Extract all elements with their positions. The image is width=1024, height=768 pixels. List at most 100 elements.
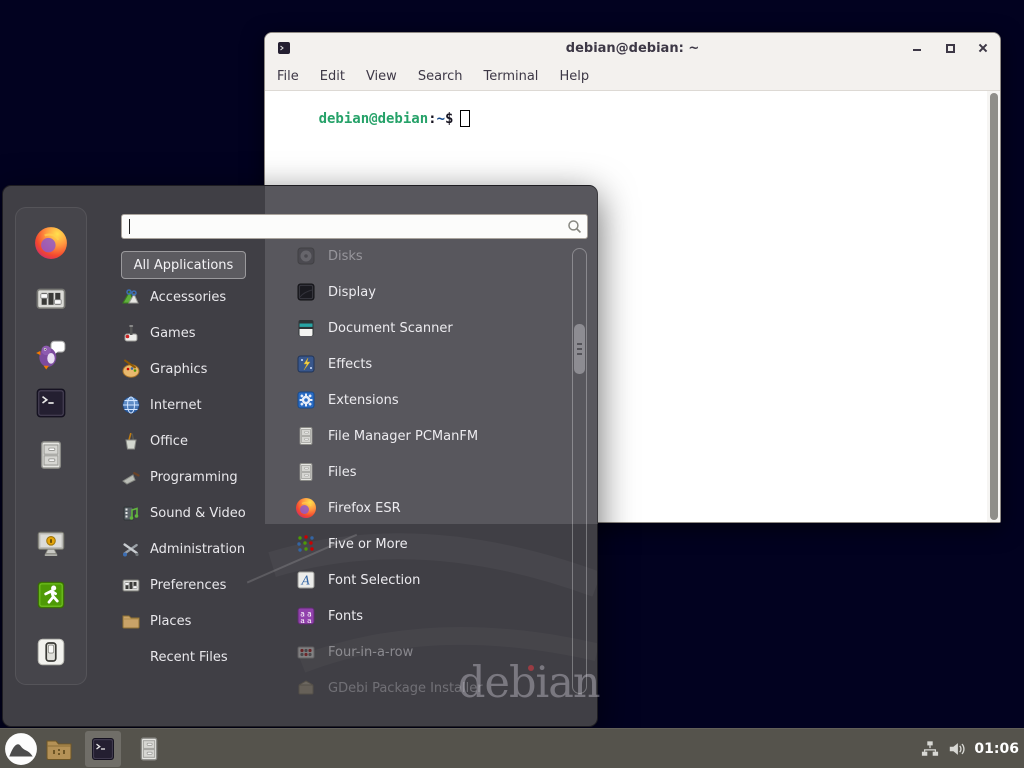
- favorite-pidgin[interactable]: [34, 336, 68, 370]
- control-center-icon: [34, 281, 68, 315]
- app-item-disks: Disks: [283, 238, 569, 274]
- app-item-document-scanner[interactable]: Document Scanner: [283, 310, 569, 346]
- prompt-path: ~: [437, 111, 445, 127]
- category-office[interactable]: Office: [121, 423, 276, 459]
- category-sound-video[interactable]: Sound & Video: [121, 495, 276, 531]
- category-list: Accessories Games Graphics Internet Offi…: [121, 279, 276, 675]
- application-menu: All Applications Accessories Games Graph…: [2, 185, 598, 727]
- display-icon: [295, 281, 317, 303]
- desktop: debian@debian: ~ File Edit View Search T…: [0, 0, 1024, 768]
- app-item-display[interactable]: Display: [283, 274, 569, 310]
- prompt-user-host: debian@debian: [319, 111, 429, 127]
- terminal-scrollbar-thumb[interactable]: [990, 93, 998, 520]
- favorite-log-out[interactable]: [34, 578, 68, 612]
- category-preferences[interactable]: Preferences: [121, 567, 276, 603]
- favorite-terminal[interactable]: [34, 386, 68, 420]
- apps-scrollbar[interactable]: [572, 248, 587, 694]
- taskbar: 01:06: [0, 728, 1024, 768]
- svg-text:A: A: [301, 574, 311, 588]
- category-internet[interactable]: Internet: [121, 387, 276, 423]
- network-icon[interactable]: [920, 740, 940, 758]
- menu-item-search[interactable]: Search: [418, 69, 463, 84]
- lock-screen-icon: [34, 527, 68, 561]
- firefox-icon: [34, 226, 68, 260]
- favorite-shutdown[interactable]: [34, 635, 68, 669]
- menu-item-file[interactable]: File: [277, 69, 299, 84]
- prompt-separator: :: [428, 111, 436, 127]
- application-list: Disks Display Document Scanner Effects E…: [283, 238, 569, 706]
- watermark-red-dot: [528, 665, 534, 671]
- close-icon[interactable]: [976, 41, 990, 55]
- folder-icon: [45, 735, 73, 763]
- all-applications-button[interactable]: All Applications: [121, 251, 246, 279]
- five-or-more-icon: [295, 533, 317, 555]
- effects-icon: [295, 353, 317, 375]
- terminal-icon: [34, 386, 68, 420]
- menu-item-edit[interactable]: Edit: [320, 69, 345, 84]
- terminal-window-icon: [277, 41, 291, 55]
- category-accessories[interactable]: Accessories: [121, 279, 276, 315]
- terminal-icon: [90, 736, 116, 762]
- volume-icon[interactable]: [947, 740, 967, 758]
- terminal-titlebar[interactable]: debian@debian: ~: [265, 33, 1000, 63]
- prompt-symbol: $: [445, 111, 453, 127]
- menu-item-view[interactable]: View: [366, 69, 397, 84]
- document-scanner-icon: [295, 317, 317, 339]
- accessories-icon: [121, 287, 141, 307]
- search-caret: [129, 219, 130, 234]
- menu-item-help[interactable]: Help: [559, 69, 589, 84]
- recent-files-spacer: [121, 647, 141, 667]
- terminal-scrollbar[interactable]: [987, 91, 1000, 522]
- search-input[interactable]: [121, 214, 588, 239]
- four-in-a-row-icon: [295, 641, 317, 663]
- disks-icon: [295, 245, 317, 267]
- maximize-icon[interactable]: [943, 41, 957, 55]
- menu-item-terminal[interactable]: Terminal: [483, 69, 538, 84]
- office-icon: [121, 431, 141, 451]
- category-programming[interactable]: Programming: [121, 459, 276, 495]
- apps-scrollbar-thumb[interactable]: [574, 324, 585, 374]
- pidgin-icon: [34, 336, 68, 370]
- app-item-firefox-esr[interactable]: Firefox ESR: [283, 490, 569, 526]
- fonts-icon: a aa a: [295, 605, 317, 627]
- start-menu-icon: [4, 732, 38, 766]
- log-out-icon: [34, 578, 68, 612]
- app-item-font-selection[interactable]: A Font Selection: [283, 562, 569, 598]
- window-title: debian@debian: ~: [566, 41, 699, 56]
- category-recent-files[interactable]: Recent Files: [121, 639, 276, 675]
- administration-icon: [121, 539, 141, 559]
- preferences-icon: [121, 575, 141, 595]
- graphics-icon: [121, 359, 141, 379]
- category-graphics[interactable]: Graphics: [121, 351, 276, 387]
- favorite-lock-screen[interactable]: [34, 527, 68, 561]
- category-administration[interactable]: Administration: [121, 531, 276, 567]
- file-manager-folder-launcher[interactable]: [45, 735, 73, 763]
- app-item-files[interactable]: Files: [283, 454, 569, 490]
- app-item-five-or-more[interactable]: Five or More: [283, 526, 569, 562]
- terminal-cursor: [460, 110, 470, 127]
- minimize-icon[interactable]: [910, 41, 924, 55]
- app-item-fonts[interactable]: a aa a Fonts: [283, 598, 569, 634]
- extensions-icon: [295, 389, 317, 411]
- favorite-firefox[interactable]: [34, 226, 68, 260]
- programming-icon: [121, 467, 141, 487]
- app-item-effects[interactable]: Effects: [283, 346, 569, 382]
- app-item-extensions[interactable]: Extensions: [283, 382, 569, 418]
- file-cabinet-icon: [135, 735, 163, 763]
- clock[interactable]: 01:06: [974, 741, 1019, 757]
- terminal-taskbar-button[interactable]: [85, 731, 121, 767]
- category-places[interactable]: Places: [121, 603, 276, 639]
- start-menu-button[interactable]: [4, 732, 38, 766]
- favorite-control-center[interactable]: [34, 281, 68, 315]
- firefox-icon: [295, 497, 317, 519]
- file-cabinet-launcher[interactable]: [135, 735, 163, 763]
- sound-video-icon: [121, 503, 141, 523]
- svg-text:a a: a a: [300, 616, 312, 625]
- favorite-file-manager[interactable]: [34, 438, 68, 472]
- window-controls: [910, 33, 990, 63]
- games-icon: [121, 323, 141, 343]
- app-item-file-manager-pcmanfm[interactable]: File Manager PCManFM: [283, 418, 569, 454]
- file-cabinet-icon: [34, 438, 68, 472]
- font-selection-icon: A: [295, 569, 317, 591]
- category-games[interactable]: Games: [121, 315, 276, 351]
